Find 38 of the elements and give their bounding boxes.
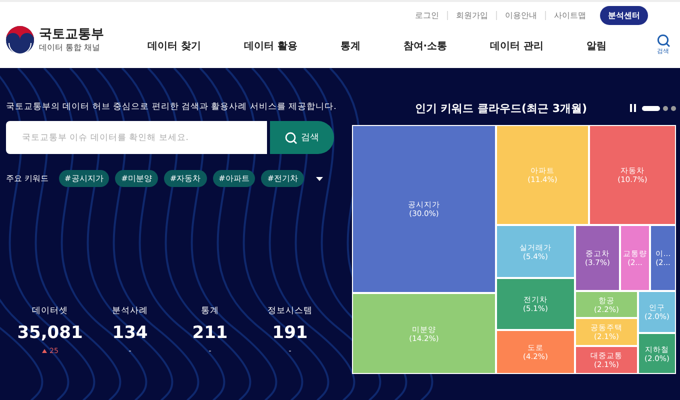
- analysis-center-button[interactable]: 분석센터: [600, 6, 648, 24]
- keyword-chip[interactable]: #전기차: [261, 170, 304, 187]
- nav-menu-item[interactable]: 참여·소통: [403, 39, 448, 53]
- utility-link[interactable]: 로그인: [407, 10, 447, 20]
- caret-icon[interactable]: [316, 176, 324, 180]
- search-field[interactable]: 국토교통부 이슈 데이터를 확인해 보세요.: [6, 121, 267, 154]
- keyword-chip[interactable]: #자동차: [164, 170, 207, 187]
- keyword-chip[interactable]: #아파트: [212, 170, 256, 187]
- stat-label: 분석사례: [112, 305, 148, 317]
- page-dot[interactable]: [671, 106, 676, 110]
- nav-menu-item[interactable]: 데이터 찾기: [147, 39, 201, 53]
- search-icon: [285, 132, 297, 144]
- search-icon: [656, 34, 670, 47]
- stat-value: 191: [272, 323, 308, 343]
- nav-menu-item[interactable]: 통계: [340, 39, 360, 53]
- nav-menu-item[interactable]: 데이터 관리: [490, 39, 544, 53]
- stat-value: 211: [192, 323, 228, 343]
- nav-menu-item[interactable]: 알림: [586, 39, 606, 53]
- utility-link[interactable]: 회원가입: [447, 10, 496, 20]
- page-dot[interactable]: [663, 106, 668, 110]
- keywords-label: 주요 키워드: [6, 173, 49, 184]
- utility-link[interactable]: 사이트맵: [545, 10, 594, 20]
- chart-title: 인기 키워드 클라우드(최근 3개월): [414, 100, 588, 116]
- keyword-chip[interactable]: #미분양: [115, 170, 158, 187]
- stat-value: 134: [112, 323, 148, 343]
- search-button[interactable]: 검색: [270, 121, 334, 154]
- emblem-logo-icon[interactable]: [6, 26, 34, 54]
- logo-title[interactable]: 국토교통부: [39, 27, 104, 42]
- logo-subtitle: 데이터 통합 채널: [39, 42, 102, 53]
- stat-value: 35,081: [17, 323, 83, 343]
- stat-label: 데이터셋: [32, 305, 68, 317]
- pause-icon[interactable]: [630, 104, 636, 112]
- keyword-chip[interactable]: #공시지가: [58, 170, 110, 187]
- stat-label: 정보시스템: [268, 305, 312, 317]
- nav-menu-item[interactable]: 데이터 활용: [244, 39, 298, 53]
- stat-label: 통계: [201, 305, 219, 317]
- utility-link[interactable]: 이용안내: [496, 10, 545, 20]
- intro-text: 국토교통부의 데이터 허브 중심으로 편리한 검색과 활용사례 서비스를 제공합니다.: [6, 101, 334, 113]
